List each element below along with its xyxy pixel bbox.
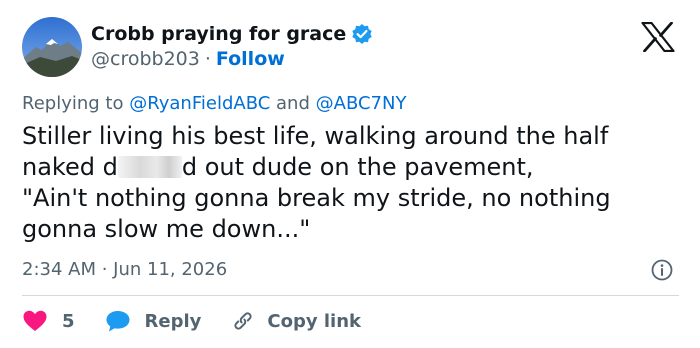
author-name-row: Crobb praying for grace — [91, 22, 373, 46]
action-bar: 5 Reply Copy link — [22, 307, 361, 335]
copy-link-button[interactable]: Copy link — [231, 309, 361, 333]
tweet-text-line: "Ain't nothing gonna break my stride, no… — [22, 184, 611, 212]
heart-icon — [22, 309, 48, 333]
author-handle[interactable]: @crobb203 — [91, 48, 200, 70]
censored-blur — [117, 156, 182, 178]
x-logo-icon[interactable] — [641, 21, 675, 53]
divider — [22, 295, 679, 296]
replying-to-line: Replying to @RyanFieldABC and @ABC7NY — [22, 93, 406, 114]
avatar[interactable] — [22, 17, 82, 77]
tweet-text-line: Stiller living his best life, walking ar… — [22, 122, 609, 150]
avatar-image — [22, 17, 82, 77]
reply-label: Reply — [144, 310, 202, 332]
tweet-text: Stiller living his best life, walking ar… — [22, 121, 687, 245]
tweet-text-line: naked d d out dude on the pavement, — [22, 152, 687, 183]
like-count: 5 — [62, 310, 75, 332]
tweet-text-fragment: naked d — [22, 153, 118, 181]
separator-dot: · — [204, 48, 211, 70]
reply-bubble-icon — [105, 309, 131, 333]
reply-button[interactable]: Reply — [105, 309, 202, 333]
mention-abc7ny[interactable]: @ABC7NY — [316, 93, 407, 114]
mention-ryanfieldabc[interactable]: @RyanFieldABC — [129, 93, 270, 114]
display-name[interactable]: Crobb praying for grace — [91, 23, 346, 45]
replying-to-label: Replying to — [22, 93, 124, 114]
replying-conjunction: and — [276, 93, 310, 114]
handle-row: @crobb203 · Follow — [91, 48, 285, 70]
copy-link-label: Copy link — [267, 310, 361, 332]
link-icon — [231, 309, 255, 333]
like-button[interactable]: 5 — [22, 309, 75, 333]
tweet-card: Crobb praying for grace @crobb203 · Foll… — [0, 0, 700, 348]
tweet-text-fragment: d out dude on the pavement, — [181, 153, 534, 181]
timestamp[interactable]: 2:34 AM · Jun 11, 2026 — [22, 259, 227, 280]
info-icon[interactable] — [650, 258, 674, 282]
verified-badge-icon — [351, 23, 373, 45]
follow-button[interactable]: Follow — [216, 48, 285, 70]
tweet-text-line: gonna slow me down..." — [22, 215, 311, 243]
